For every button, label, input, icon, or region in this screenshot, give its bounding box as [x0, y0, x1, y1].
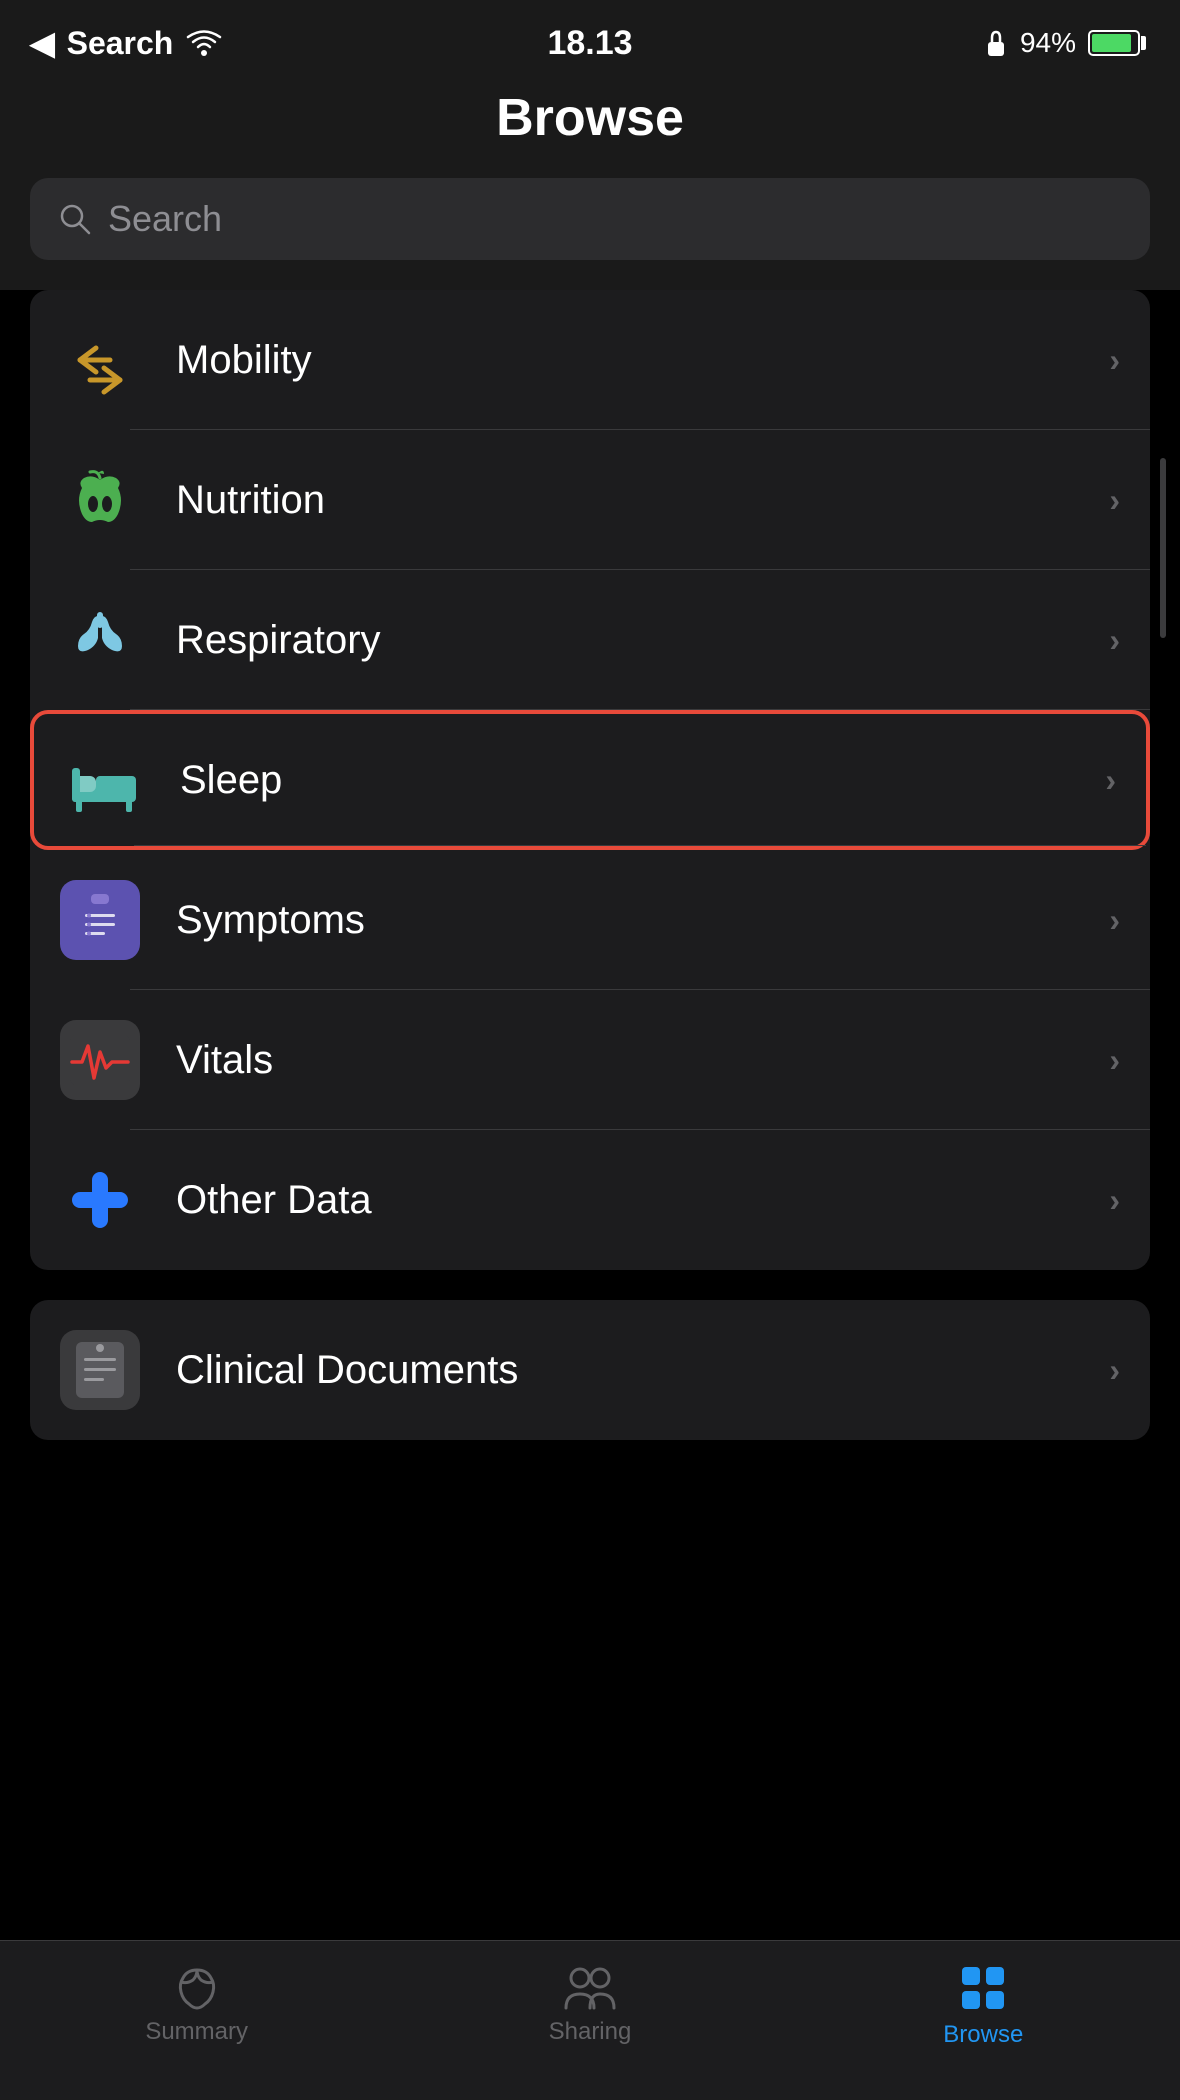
list-item-nutrition[interactable]: Nutrition › — [30, 430, 1150, 570]
search-bar[interactable]: Search — [30, 178, 1150, 260]
battery-fill — [1092, 34, 1131, 52]
sleep-chevron: › — [1105, 762, 1116, 799]
other-data-icon-container — [60, 1160, 140, 1240]
list-item-vitals[interactable]: Vitals › — [30, 990, 1150, 1130]
status-time: 18.13 — [547, 24, 632, 63]
summary-icon — [173, 1966, 221, 2010]
respiratory-chevron: › — [1109, 622, 1120, 659]
page-header: Browse — [0, 78, 1180, 178]
search-container: Search — [0, 178, 1180, 290]
tab-browse[interactable]: Browse — [883, 1963, 1083, 2049]
page-title: Browse — [496, 89, 684, 147]
battery-percent: 94% — [1020, 27, 1076, 59]
scrollbar[interactable] — [1160, 458, 1166, 638]
sleep-icon-container — [64, 740, 144, 820]
main-content: Browse Search — [0, 78, 1180, 1940]
mobility-label: Mobility — [176, 338, 1109, 383]
status-bar: ◀ Search 18.13 94% — [0, 0, 1180, 78]
respiratory-label: Respiratory — [176, 618, 1109, 663]
other-data-label: Other Data — [176, 1178, 1109, 1223]
clinical-docs-icon-container — [60, 1330, 140, 1410]
nutrition-label: Nutrition — [176, 478, 1109, 523]
status-left: ◀ Search — [30, 24, 223, 62]
summary-label: Summary — [145, 2018, 248, 2046]
back-label[interactable]: Search — [67, 25, 174, 62]
list-item-other-data[interactable]: Other Data › — [30, 1130, 1150, 1270]
search-icon — [58, 202, 92, 236]
list-item-symptoms[interactable]: Symptoms › — [30, 850, 1150, 990]
symptoms-icon-container — [60, 880, 140, 960]
clinical-docs-label: Clinical Documents — [176, 1348, 1109, 1393]
mobility-chevron: › — [1109, 342, 1120, 379]
lock-icon — [984, 28, 1008, 58]
vitals-label: Vitals — [176, 1038, 1109, 1083]
mobility-icon-container — [60, 320, 140, 400]
vitals-icon-container — [60, 1020, 140, 1100]
list-item-respiratory[interactable]: Respiratory › — [30, 570, 1150, 710]
vitals-chevron: › — [1109, 1042, 1120, 1079]
browse-icon — [958, 1963, 1008, 2013]
sharing-icon — [562, 1966, 618, 2010]
tab-sharing[interactable]: Sharing — [490, 1966, 690, 2046]
tab-summary[interactable]: Summary — [97, 1966, 297, 2046]
search-placeholder: Search — [108, 198, 222, 240]
browse-label: Browse — [943, 2021, 1023, 2049]
sharing-label: Sharing — [549, 2018, 632, 2046]
symptoms-label: Symptoms — [176, 898, 1109, 943]
list-section: Mobility › Nutrition › — [30, 290, 1150, 1270]
battery-icon — [1088, 30, 1140, 56]
nutrition-chevron: › — [1109, 482, 1120, 519]
respiratory-icon-container — [60, 600, 140, 680]
back-arrow-icon[interactable]: ◀ — [30, 24, 55, 62]
symptoms-chevron: › — [1109, 902, 1120, 939]
tab-bar: Summary Sharing Browse — [0, 1940, 1180, 2100]
clinical-documents-section: Clinical Documents › — [30, 1300, 1150, 1440]
list-item-sleep[interactable]: Sleep › — [30, 710, 1150, 850]
list-item-mobility[interactable]: Mobility › — [30, 290, 1150, 430]
status-right: 94% — [984, 27, 1140, 59]
other-data-chevron: › — [1109, 1182, 1120, 1219]
clinical-docs-chevron: › — [1109, 1352, 1120, 1389]
list-item-clinical-documents[interactable]: Clinical Documents › — [30, 1300, 1150, 1440]
nutrition-icon-container — [60, 460, 140, 540]
sleep-label: Sleep — [180, 758, 1105, 803]
wifi-icon — [185, 29, 223, 57]
